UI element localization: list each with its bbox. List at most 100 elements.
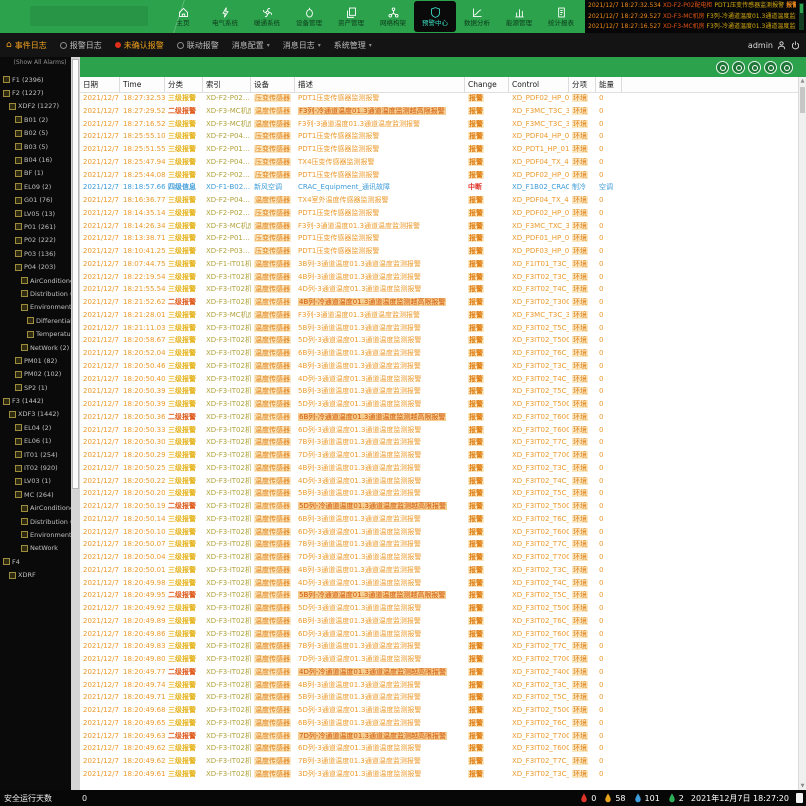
col-header-6[interactable]: 描述 (295, 77, 465, 92)
table-row[interactable]: 2021/12/718:20:50.334三级报警XD-F3-IT02机房温度传… (80, 424, 798, 437)
nav-report[interactable]: 统计报表 (540, 1, 582, 32)
table-row[interactable]: 2021/12/718:20:49.894三级报警XD-F3-IT02机房温度传… (80, 615, 798, 628)
table-row[interactable]: 2021/12/718:20:50.294三级报警XD-F3-IT02机房温度传… (80, 449, 798, 462)
table-row[interactable]: 2021/12/718:21:28.019三级报警XD-F3-MC机房温度传感器… (80, 309, 798, 322)
ticker-line[interactable]: 2021/12/7 18:27:16.527 XD-F3-MC机房 F3列-冷通… (588, 22, 796, 33)
table-row[interactable]: 2021/12/718:20:50.406三级报警XD-F3-IT02机房温度传… (80, 373, 798, 386)
table-row[interactable]: 2021/12/718:14:35.140三级报警XD-F2-P02…压变传感器… (80, 207, 798, 220)
nav-electrical[interactable]: 电气系统 (204, 1, 246, 32)
col-header-4[interactable]: 索引 (203, 77, 251, 92)
nav-alarm-center[interactable]: 预警中心 (414, 1, 456, 32)
col-header-5[interactable]: 设备 (251, 77, 295, 92)
tree-node[interactable]: B03 (5) (0, 140, 71, 153)
table-row[interactable]: 2021/12/718:20:50.194二级报警XD-F3-IT02机房温度传… (80, 500, 798, 513)
tree-node[interactable]: B02 (5) (0, 127, 71, 140)
col-header-9[interactable]: 分项 (569, 77, 596, 92)
table-row[interactable]: 2021/12/718:20:49.954二级报警XD-F3-IT02机房温度传… (80, 589, 798, 602)
table-row[interactable]: 2021/12/718:13:38.712三级报警XD-F2-P01…压变传感器… (80, 232, 798, 245)
table-row[interactable]: 2021/12/718:25:51.550三级报警XD-F2-P01…压变传感器… (80, 143, 798, 156)
table-row[interactable]: 2021/12/718:20:50.394三级报警XD-F3-IT02机房温度传… (80, 398, 798, 411)
col-header-3[interactable]: 分类 (165, 77, 203, 92)
tree-node[interactable]: Environment (15) (0, 301, 71, 314)
col-header-7[interactable]: Change (465, 77, 509, 92)
tree-node[interactable]: Environment (12) (0, 528, 71, 541)
table-row[interactable]: 2021/12/718:25:55.101三级报警XD-F2-P04…压变传感器… (80, 130, 798, 143)
nav-hvac[interactable]: 暖通系统 (246, 1, 288, 32)
table-scrollbar[interactable]: ▲ ▼ (798, 77, 806, 790)
table-row[interactable]: 2021/12/718:20:50.014三级报警XD-F3-IT02机房温度传… (80, 564, 798, 577)
tree-node[interactable]: DifferentialPressureS (0, 314, 71, 327)
tree-node[interactable]: BF (1) (0, 167, 71, 180)
table-row[interactable]: 2021/12/718:20:49.684三级报警XD-F3-IT02机房温度传… (80, 704, 798, 717)
tree-node[interactable]: NetWork (2) (0, 341, 71, 354)
scroll-down-icon[interactable]: ▼ (799, 782, 806, 790)
table-row[interactable]: 2021/12/718:20:49.834三级报警XD-F3-IT02机房温度传… (80, 640, 798, 653)
tab-4[interactable]: 联动报警 (177, 40, 219, 51)
table-row[interactable]: 2021/12/718:14:26.343三级报警XD-F3-MC机房温度传感器… (80, 220, 798, 233)
table-row[interactable]: 2021/12/718:27:16.527三级报警XD-F3-MC机房温度传感器… (80, 118, 798, 131)
table-row[interactable]: 2021/12/718:20:49.714三级报警XD-F3-IT02机房温度传… (80, 691, 798, 704)
tree-node[interactable]: XDF2 (1227) (0, 100, 71, 113)
tree-node[interactable]: P02 (222) (0, 234, 71, 247)
table-row[interactable]: 2021/12/718:21:11.030三级报警XD-F3-IT02机房温度传… (80, 322, 798, 335)
alarm-counter-level3[interactable]: 101 (634, 793, 660, 803)
tab-5[interactable]: 消息配置▾ (232, 40, 270, 51)
table-row[interactable]: 2021/12/718:20:49.984三级报警XD-F3-IT02机房温度传… (80, 577, 798, 590)
table-row[interactable]: 2021/12/718:20:49.615三级报警XD-F3-IT02机房温度传… (80, 768, 798, 781)
col-header-2[interactable]: Time (120, 77, 165, 92)
table-row[interactable]: 2021/12/718:20:50.044三级报警XD-F3-IT02机房温度传… (80, 551, 798, 564)
pause-icon[interactable] (732, 61, 745, 74)
table-row[interactable]: 2021/12/718:20:49.628三级报警XD-F3-IT02机房温度传… (80, 742, 798, 755)
export-icon[interactable] (764, 61, 777, 74)
table-row[interactable]: 2021/12/718:20:49.924三级报警XD-F3-IT02机房温度传… (80, 602, 798, 615)
tree-node[interactable]: MC (264) (0, 488, 71, 501)
table-row[interactable]: 2021/12/718:20:50.394三级报警XD-F3-IT02机房温度传… (80, 385, 798, 398)
logout-power-icon[interactable] (790, 40, 801, 51)
table-row[interactable]: 2021/12/718:20:50.201三级报警XD-F3-IT02机房温度传… (80, 487, 798, 500)
nav-equipment[interactable]: 设备管理 (288, 1, 330, 32)
tree-node[interactable]: F2 (1227) (0, 86, 71, 99)
tree-node[interactable]: LV05 (13) (0, 207, 71, 220)
tree-node[interactable]: P03 (136) (0, 247, 71, 260)
tree-node[interactable]: XDRF (0, 568, 71, 581)
table-row[interactable]: 2021/12/718:16:36.779三级报警XD-F2-P04…温度传感器… (80, 194, 798, 207)
table-row[interactable]: 2021/12/718:20:49.654三级报警XD-F3-IT02机房温度传… (80, 717, 798, 730)
refresh-icon[interactable] (716, 61, 729, 74)
user-icon[interactable] (776, 40, 787, 51)
alarm-counter-level1[interactable]: 0 (580, 793, 596, 803)
table-row[interactable]: 2021/12/718:20:50.469三级报警XD-F3-IT02机房温度传… (80, 360, 798, 373)
statusbar-doc-icon[interactable] (796, 793, 803, 803)
tree-node[interactable]: P04 (203) (0, 260, 71, 273)
print-icon[interactable] (780, 61, 793, 74)
tab-2[interactable]: 报警日志 (60, 40, 102, 51)
confirm-icon[interactable] (748, 61, 761, 74)
tree-node[interactable]: EL04 (2) (0, 421, 71, 434)
table-scroll-thumb[interactable] (800, 87, 805, 113)
ticker-line[interactable]: 2021/12/7 18:27:32.534 XD-F2-P02配电柜 PDT1… (588, 1, 796, 12)
table-row[interactable]: 2021/12/718:20:49.621三级报警XD-F3-IT02机房温度传… (80, 755, 798, 768)
tree-node[interactable]: B01 (2) (0, 113, 71, 126)
nav-analysis[interactable]: 数据分析 (456, 1, 498, 32)
table-row[interactable]: 2021/12/718:20:50.304三级报警XD-F3-IT02机房温度传… (80, 436, 798, 449)
sidebar-scroll-thumb[interactable] (72, 59, 79, 489)
table-row[interactable]: 2021/12/718:20:50.224三级报警XD-F3-IT02机房温度传… (80, 475, 798, 488)
tree-node[interactable]: IT01 (254) (0, 448, 71, 461)
tree-node[interactable]: B04 (16) (0, 153, 71, 166)
tree-node[interactable]: Distribution (251) (0, 287, 71, 300)
tab-3[interactable]: 未确认报警 (115, 40, 164, 51)
tree-node[interactable]: EL09 (2) (0, 180, 71, 193)
tree-node[interactable]: XDF3 (1442) (0, 408, 71, 421)
table-row[interactable]: 2021/12/718:20:58.677三级报警XD-F3-IT02机房温度传… (80, 334, 798, 347)
nav-home[interactable]: 主页 (162, 1, 204, 32)
table-row[interactable]: 2021/12/718:20:49.637二级报警XD-F3-IT02机房温度传… (80, 730, 798, 743)
table-row[interactable]: 2021/12/718:20:50.074三级报警XD-F3-IT02机房温度传… (80, 538, 798, 551)
tree-node[interactable]: Distribution (252) (0, 515, 71, 528)
tree-node[interactable]: PM01 (82) (0, 354, 71, 367)
table-row[interactable]: 2021/12/718:20:49.774二级报警XD-F3-IT02机房温度传… (80, 666, 798, 679)
table-row[interactable]: 2021/12/718:10:41.257三级报警XD-F2-P03…压变传感器… (80, 245, 798, 258)
col-header-10[interactable]: 能量 (596, 77, 622, 92)
nav-energy[interactable]: 能源管理 (498, 1, 540, 32)
tree-node[interactable]: SP2 (1) (0, 381, 71, 394)
tree-node[interactable]: NetWork (0, 542, 71, 555)
table-row[interactable]: 2021/12/718:25:44.081三级报警XD-F2-P02…压变传感器… (80, 169, 798, 182)
